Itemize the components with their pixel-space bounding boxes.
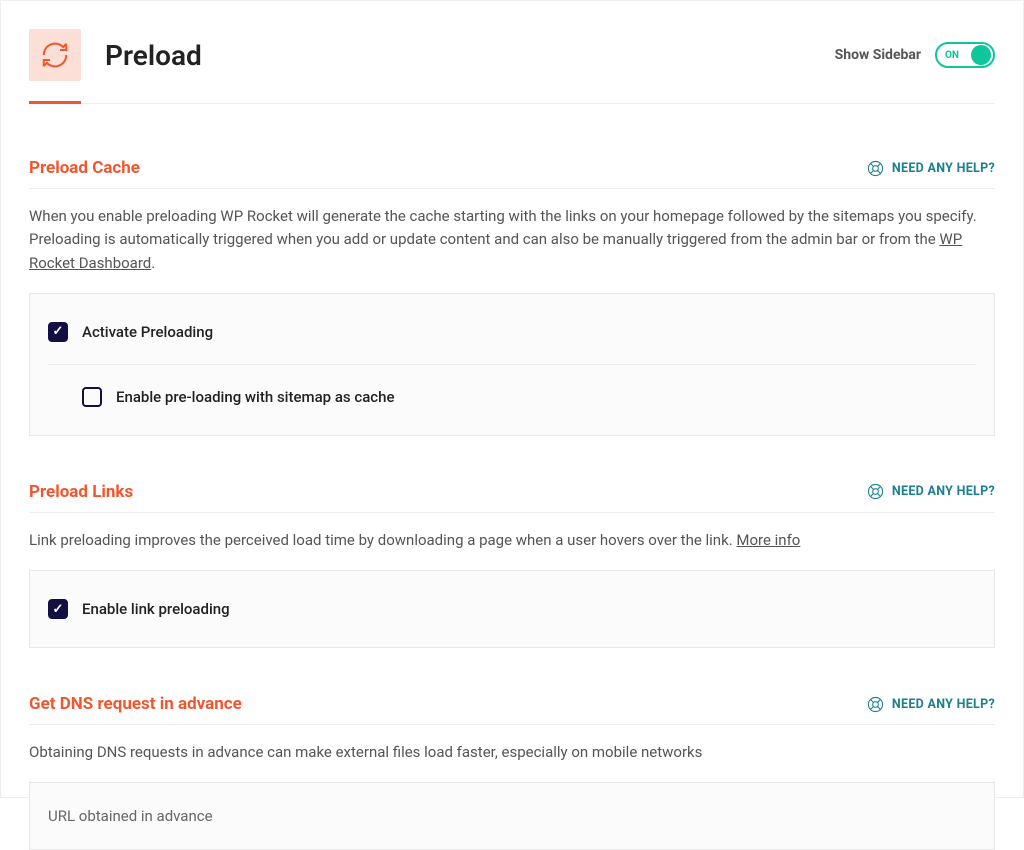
section-title: Preload Links — [29, 482, 133, 502]
header-right: Show Sidebar ON — [835, 42, 995, 68]
section-title: Get DNS request in advance — [29, 694, 242, 714]
section-header: Preload Links NEED ANY HELP? — [29, 482, 995, 513]
toggle-knob — [971, 45, 991, 65]
page-header: Preload Show Sidebar ON — [29, 1, 995, 104]
checkbox-checked-icon[interactable] — [48, 599, 68, 619]
preload-icon — [29, 29, 81, 81]
help-label: NEED ANY HELP? — [892, 484, 995, 499]
options-box: Enable link preloading — [29, 570, 995, 648]
help-icon — [867, 696, 884, 713]
more-info-link[interactable]: More info — [736, 531, 800, 549]
section-header: Preload Cache NEED ANY HELP? — [29, 158, 995, 189]
toggle-state-label: ON — [945, 50, 959, 61]
active-tab-indicator — [29, 101, 81, 104]
help-label: NEED ANY HELP? — [892, 161, 995, 176]
help-icon — [867, 160, 884, 177]
show-sidebar-toggle[interactable]: ON — [935, 42, 995, 68]
option-activate-preloading[interactable]: Activate Preloading — [48, 314, 976, 350]
section-preload-cache: Preload Cache NEED ANY HELP? When you en… — [29, 104, 995, 436]
option-sitemap-preload[interactable]: Enable pre-loading with sitemap as cache — [48, 364, 976, 415]
section-description: Obtaining DNS requests in advance can ma… — [29, 725, 995, 782]
show-sidebar-label: Show Sidebar — [835, 47, 921, 63]
section-header: Get DNS request in advance NEED ANY HELP… — [29, 694, 995, 725]
desc-text: When you enable preloading WP Rocket wil… — [29, 207, 977, 248]
section-description: When you enable preloading WP Rocket wil… — [29, 189, 995, 293]
help-link[interactable]: NEED ANY HELP? — [867, 696, 995, 713]
option-label: Enable link preloading — [82, 600, 230, 618]
help-icon — [867, 483, 884, 500]
section-dns-prefetch: Get DNS request in advance NEED ANY HELP… — [29, 648, 995, 850]
options-box: Activate Preloading Enable pre-loading w… — [29, 293, 995, 436]
header-left: Preload — [29, 29, 202, 81]
help-link[interactable]: NEED ANY HELP? — [867, 160, 995, 177]
option-label: Activate Preloading — [82, 323, 213, 341]
page-title: Preload — [105, 39, 202, 72]
checkbox-unchecked-icon[interactable] — [82, 387, 102, 407]
section-preload-links: Preload Links NEED ANY HELP? Link preloa… — [29, 436, 995, 648]
checkbox-checked-icon[interactable] — [48, 322, 68, 342]
url-list-label: URL obtained in advance — [48, 803, 976, 829]
desc-text-end: . — [151, 254, 155, 272]
help-label: NEED ANY HELP? — [892, 697, 995, 712]
preload-settings-page: Preload Show Sidebar ON Preload Cache NE… — [0, 0, 1024, 798]
section-description: Link preloading improves the perceived l… — [29, 513, 995, 570]
option-enable-link-preloading[interactable]: Enable link preloading — [48, 591, 976, 627]
help-link[interactable]: NEED ANY HELP? — [867, 483, 995, 500]
options-box: URL obtained in advance — [29, 782, 995, 850]
section-title: Preload Cache — [29, 158, 140, 178]
option-label: Enable pre-loading with sitemap as cache — [116, 388, 394, 406]
desc-text: Link preloading improves the perceived l… — [29, 531, 736, 549]
